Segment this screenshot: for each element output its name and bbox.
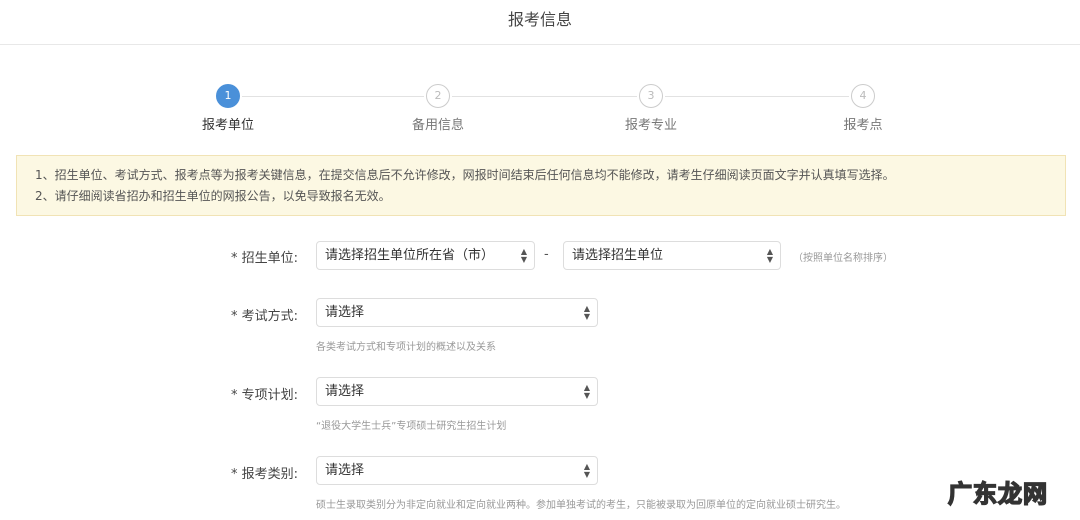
select-arrows-icon: ▲ ▼ [766, 247, 773, 264]
step-2-label: 备用信息 [411, 118, 464, 133]
watermark: 广东龙网 [947, 479, 1048, 509]
exam-mode-select[interactable]: 请选择 ▲ ▼ [316, 298, 598, 327]
category-value: 请选择 [325, 463, 365, 478]
step-4-indicator: 4 [851, 84, 875, 108]
province-select[interactable]: 请选择招生单位所在省（市） ▲ ▼ [316, 241, 535, 270]
step-3-indicator: 3 [639, 84, 663, 108]
exam-mode-value: 请选择 [325, 305, 365, 320]
category-select[interactable]: 请选择 ▲ ▼ [316, 456, 598, 485]
page-title: 报考信息 [507, 10, 572, 29]
unit-select-value: 请选择招生单位 [572, 248, 664, 263]
notice-line: 1、招生单位、考试方式、报考点等为报考关键信息，在提交信息后不允许修改，网报时间… [35, 168, 895, 182]
select-arrows-icon: ▲ ▼ [583, 304, 590, 321]
step-1-label: 报考单位 [201, 118, 254, 133]
exam-mode-help[interactable]: 各类考试方式和专项计划的概述以及关系 [316, 338, 496, 353]
divider [0, 44, 1080, 45]
step-2-indicator: 2 [426, 84, 450, 108]
step-4-label: 报考点 [843, 118, 883, 133]
step-connector [665, 96, 849, 97]
unit-label: * 招生单位: [230, 251, 298, 266]
dash-separator: - [544, 247, 549, 262]
category-label: * 报考类别: [230, 467, 298, 482]
exam-mode-label: * 考试方式: [230, 309, 298, 324]
unit-select[interactable]: 请选择招生单位 ▲ ▼ [563, 241, 781, 270]
special-plan-select[interactable]: 请选择 ▲ ▼ [316, 377, 598, 406]
province-select-value: 请选择招生单位所在省（市） [325, 248, 495, 263]
select-arrows-icon: ▲ ▼ [583, 383, 590, 400]
category-help: 硕士生录取类别分为非定向就业和定向就业两种。参加单独考试的考生，只能被录取为回原… [316, 500, 846, 511]
unit-sort-hint: （按照单位名称排序） [793, 253, 893, 264]
select-arrows-icon: ▲ ▼ [583, 462, 590, 479]
special-plan-value: 请选择 [325, 384, 365, 399]
step-3-label: 报考专业 [624, 118, 677, 133]
step-connector [452, 96, 637, 97]
step-1-indicator: 1 [216, 84, 240, 108]
special-plan-label: * 专项计划: [230, 388, 298, 403]
special-plan-help[interactable]: “退役大学生士兵”专项硕士研究生招生计划 [316, 417, 506, 432]
notice-line: 2、请仔细阅读省招办和招生单位的网报公告，以免导致报名无效。 [35, 189, 391, 203]
notice-box: 1、招生单位、考试方式、报考点等为报考关键信息，在提交信息后不允许修改，网报时间… [16, 155, 1066, 216]
step-connector [242, 96, 424, 97]
select-arrows-icon: ▲ ▼ [520, 247, 527, 264]
